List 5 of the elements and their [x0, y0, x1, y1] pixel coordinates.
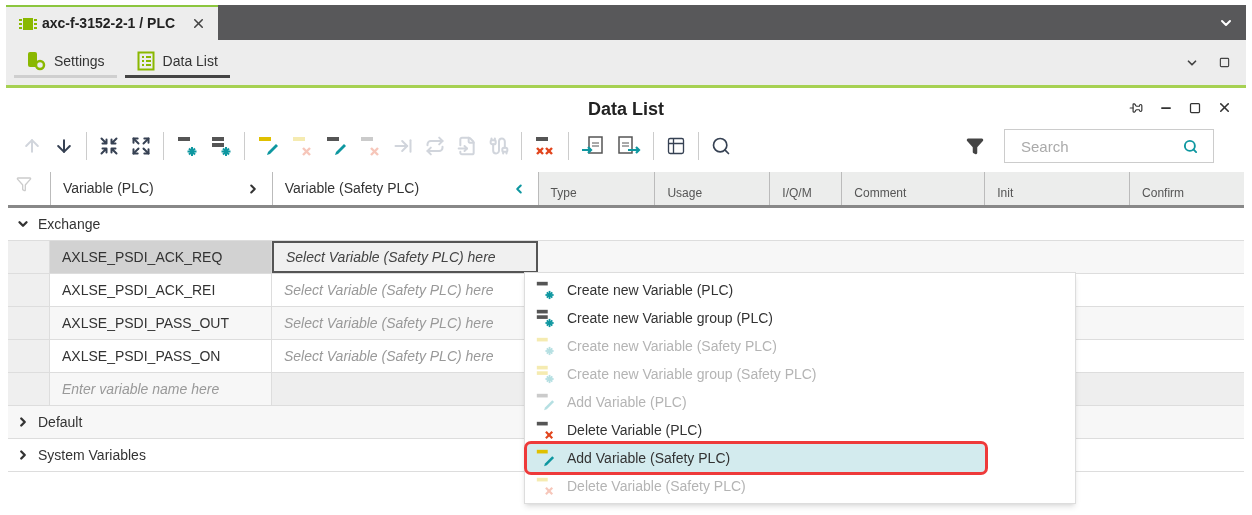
panel-title: Data List [588, 97, 664, 121]
group-name: System Variables [38, 445, 146, 465]
group-name: Exchange [38, 214, 101, 234]
document-tab-title: axc-f-3152-2-1 / PLC [42, 14, 176, 33]
group-name: Default [38, 412, 83, 432]
